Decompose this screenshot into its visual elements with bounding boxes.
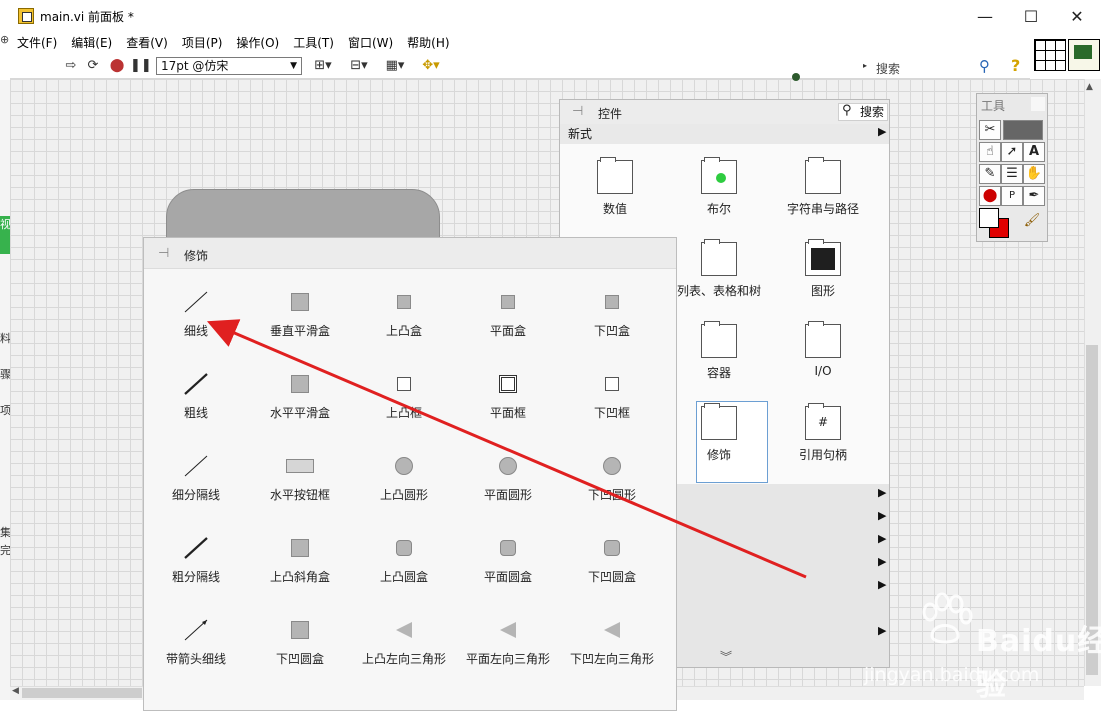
watermark-brand: Baidu经验 xyxy=(976,624,1109,703)
baidu-paw-logo xyxy=(922,592,973,644)
annotation-arrow-line xyxy=(206,319,807,579)
watermark-url: jingyan.baidu.com xyxy=(864,664,1040,686)
